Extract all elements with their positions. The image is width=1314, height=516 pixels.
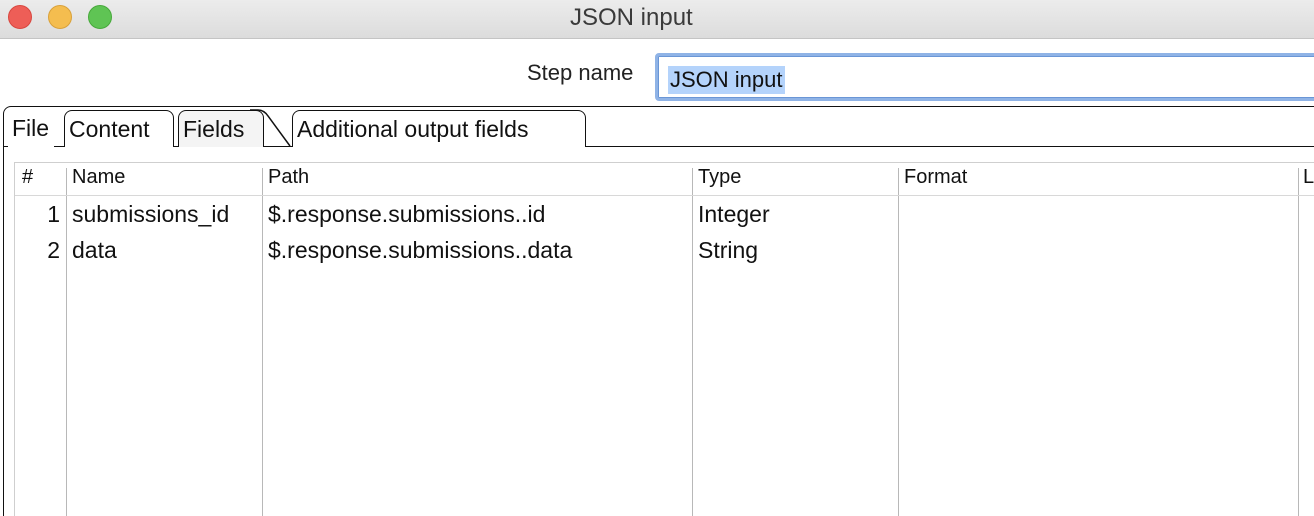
- table-cell-type[interactable]: Integer: [698, 201, 770, 228]
- column-header-format[interactable]: Format: [904, 166, 967, 189]
- step-name-input[interactable]: JSON input: [655, 53, 1314, 101]
- tab-fields-edge: [250, 109, 291, 147]
- column-divider[interactable]: [898, 168, 899, 516]
- title-bar: JSON input: [0, 0, 1314, 39]
- tab-file[interactable]: File: [8, 110, 54, 147]
- table-cell-name[interactable]: submissions_id: [72, 201, 229, 228]
- column-header-name[interactable]: Name: [72, 166, 125, 189]
- column-header-length[interactable]: L: [1303, 166, 1314, 189]
- column-divider[interactable]: [692, 168, 693, 516]
- table-cell-path[interactable]: $.response.submissions..id: [268, 201, 545, 228]
- table-cell-type[interactable]: String: [698, 237, 758, 264]
- window-title: JSON input: [570, 4, 693, 31]
- row-number: 2: [47, 237, 60, 263]
- json-input-dialog: JSON input Step name JSON input File Con…: [0, 0, 1314, 516]
- step-name-label: Step name: [527, 60, 634, 85]
- step-name-value: JSON input: [668, 66, 785, 94]
- column-header-number[interactable]: #: [22, 166, 33, 189]
- header-separator: [15, 195, 1314, 196]
- column-divider[interactable]: [262, 168, 263, 516]
- column-divider[interactable]: [66, 168, 67, 516]
- tab-additional-output-fields[interactable]: Additional output fields: [292, 110, 586, 147]
- column-divider[interactable]: [1298, 168, 1299, 516]
- column-header-type[interactable]: Type: [698, 166, 741, 189]
- table-cell-path[interactable]: $.response.submissions..data: [268, 237, 572, 264]
- table-cell-name[interactable]: data: [72, 237, 117, 264]
- column-header-path[interactable]: Path: [268, 166, 309, 189]
- row-number: 1: [47, 201, 60, 227]
- tab-content[interactable]: Content: [64, 110, 174, 147]
